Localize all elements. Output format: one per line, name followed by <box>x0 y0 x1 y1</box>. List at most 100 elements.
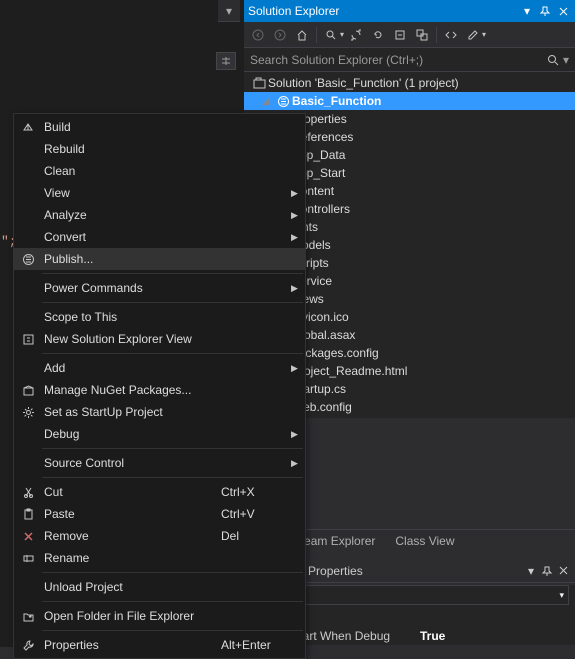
separator <box>42 477 303 478</box>
menu-item[interactable]: New Solution Explorer View <box>14 328 305 350</box>
menu-label: Rebuild <box>42 142 221 156</box>
toolbar: ▾ ▾ <box>244 22 575 48</box>
menu-item[interactable]: Manage NuGet Packages... <box>14 379 305 401</box>
search-box[interactable]: Search Solution Explorer (Ctrl+;) ▾ <box>244 48 575 72</box>
publish-icon <box>14 253 42 266</box>
separator <box>42 601 303 602</box>
menu-label: New Solution Explorer View <box>42 332 221 346</box>
panel-menu-icon[interactable]: ▾ <box>519 3 535 19</box>
menu-item[interactable]: View ▶ <box>14 182 305 204</box>
panel-menu-icon[interactable]: ▾ <box>523 563 539 579</box>
menu-label: View <box>42 186 221 200</box>
menu-label: Scope to This <box>42 310 221 324</box>
solution-node[interactable]: Solution 'Basic_Function' (1 project) <box>244 74 575 92</box>
gear-icon <box>14 406 42 419</box>
menu-item[interactable]: Unload Project <box>14 576 305 598</box>
separator <box>42 448 303 449</box>
editor-tab-dropdown[interactable]: ▾ <box>218 0 240 22</box>
submenu-arrow-icon: ▶ <box>291 232 305 243</box>
submenu-arrow-icon: ▶ <box>291 188 305 199</box>
split-handle-icon[interactable] <box>216 52 236 70</box>
menu-item[interactable]: Analyze ▶ <box>14 204 305 226</box>
properties-icon[interactable] <box>463 25 483 45</box>
menu-item[interactable]: Debug▶ <box>14 423 305 445</box>
panel-title: Solution Explorer <box>248 4 519 18</box>
menu-item[interactable]: Rename <box>14 547 305 569</box>
submenu-arrow-icon: ▶ <box>291 210 305 221</box>
menu-item[interactable]: Add ▶ <box>14 357 305 379</box>
project-node[interactable]: ◢ Basic_Function <box>244 92 575 110</box>
menu-item[interactable]: Clean <box>14 160 305 182</box>
submenu-arrow-icon: ▶ <box>291 429 305 440</box>
remove-icon <box>14 530 42 543</box>
menu-label: Clean <box>42 164 221 178</box>
menu-label: Remove <box>42 529 221 543</box>
separator <box>42 302 303 303</box>
tab-class-view[interactable]: Class View <box>385 530 464 553</box>
menu-item[interactable]: Open Folder in File Explorer <box>14 605 305 627</box>
menu-item[interactable]: Convert ▶ <box>14 226 305 248</box>
rename-icon <box>14 552 42 565</box>
separator <box>42 630 303 631</box>
refresh-icon[interactable] <box>368 25 388 45</box>
pin-icon[interactable] <box>537 3 553 19</box>
menu-shortcut: Ctrl+V <box>221 507 291 521</box>
menu-label: Analyze <box>42 208 221 222</box>
solution-label: Solution 'Basic_Function' (1 project) <box>268 76 459 90</box>
forward-icon[interactable] <box>270 25 290 45</box>
menu-label: Power Commands <box>42 281 221 295</box>
submenu-arrow-icon: ▶ <box>291 363 305 374</box>
project-label: Basic_Function <box>292 94 381 108</box>
newview-icon <box>14 333 42 346</box>
expand-arrow-icon[interactable]: ◢ <box>262 96 274 107</box>
menu-item[interactable]: Source Control ▶ <box>14 452 305 474</box>
menu-label: Source Control <box>42 456 221 470</box>
menu-label: Convert <box>42 230 221 244</box>
search-icon[interactable] <box>547 54 559 66</box>
pin-icon[interactable] <box>539 563 555 579</box>
menu-item[interactable]: PasteCtrl+V <box>14 503 305 525</box>
menu-item[interactable]: Power Commands ▶ <box>14 277 305 299</box>
tree-item-label: Project_Readme.html <box>292 364 407 378</box>
submenu-arrow-icon: ▶ <box>291 283 305 294</box>
menu-item[interactable]: CutCtrl+X <box>14 481 305 503</box>
menu-item[interactable]: Publish... <box>14 248 305 270</box>
menu-item[interactable]: Build <box>14 116 305 138</box>
menu-label: Properties <box>42 638 221 652</box>
context-menu: Build Rebuild Clean View ▶ Analyze ▶ Convert ▶ Pu… <box>13 113 306 659</box>
cut-icon <box>14 486 42 499</box>
wrench-icon <box>14 639 42 652</box>
menu-label: Set as StartUp Project <box>42 405 221 419</box>
scope-icon[interactable] <box>321 25 341 45</box>
menu-item[interactable]: Set as StartUp Project <box>14 401 305 423</box>
close-icon[interactable] <box>555 563 571 579</box>
menu-label: Cut <box>42 485 221 499</box>
menu-item[interactable]: PropertiesAlt+Enter <box>14 634 305 656</box>
menu-item[interactable]: RemoveDel <box>14 525 305 547</box>
property-value: True <box>420 629 445 643</box>
paste-icon <box>14 508 42 521</box>
menu-item[interactable]: Rebuild <box>14 138 305 160</box>
code-icon[interactable] <box>441 25 461 45</box>
home-icon[interactable] <box>292 25 312 45</box>
menu-label: Open Folder in File Explorer <box>42 609 221 623</box>
menu-item[interactable]: Scope to This <box>14 306 305 328</box>
solution-icon <box>250 77 268 90</box>
close-icon[interactable] <box>555 3 571 19</box>
separator <box>42 273 303 274</box>
separator <box>42 572 303 573</box>
menu-shortcut: Del <box>221 529 291 543</box>
submenu-arrow-icon: ▶ <box>291 458 305 469</box>
menu-label: Paste <box>42 507 221 521</box>
menu-label: Build <box>42 120 221 134</box>
panel-header: Solution Explorer ▾ <box>244 0 575 22</box>
menu-shortcut: Alt+Enter <box>221 638 291 652</box>
menu-shortcut: Ctrl+X <box>221 485 291 499</box>
folder-icon <box>14 610 42 623</box>
sync-icon[interactable] <box>346 25 366 45</box>
collapse-icon[interactable] <box>390 25 410 45</box>
menu-label: Add <box>42 361 221 375</box>
back-icon[interactable] <box>248 25 268 45</box>
separator <box>42 353 303 354</box>
showall-icon[interactable] <box>412 25 432 45</box>
